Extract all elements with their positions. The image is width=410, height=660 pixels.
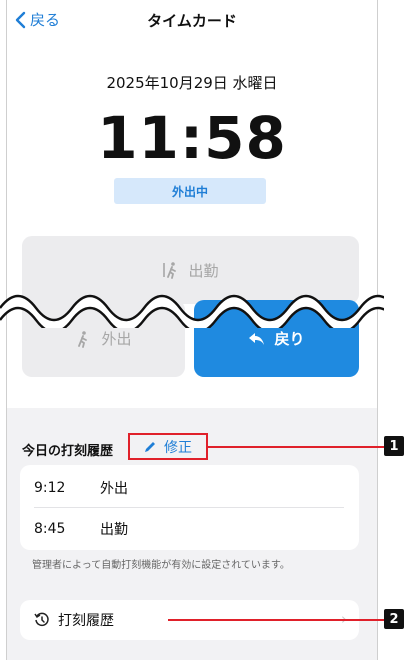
punch-kind: 出勤 xyxy=(100,522,128,538)
cut-wave-divider xyxy=(0,294,384,328)
punch-history-label: 打刻履歴 xyxy=(58,613,114,629)
clock-in-label: 出勤 xyxy=(188,261,219,280)
return-label: 戻り xyxy=(274,330,305,348)
callout-badge-2: 2 xyxy=(384,609,404,629)
return-arrow-icon xyxy=(249,332,265,345)
current-date: 2025年10月29日 水曜日 xyxy=(106,74,278,92)
punch-kind: 外出 xyxy=(100,481,128,497)
list-item: 8:45 出勤 xyxy=(20,508,359,550)
current-time: 11:58 xyxy=(97,104,287,172)
callout-badge-1: 1 xyxy=(384,436,404,456)
punch-time: 9:12 xyxy=(34,480,66,496)
punch-time: 8:45 xyxy=(34,521,66,537)
callout-line-1 xyxy=(208,446,384,448)
walk-out-icon xyxy=(78,330,88,348)
edit-label: 修正 xyxy=(164,439,192,456)
history-section-title: 今日の打刻履歴 xyxy=(22,444,114,459)
history-list: 9:12 外出 8:45 出勤 xyxy=(20,465,359,550)
edit-history-button[interactable]: 修正 xyxy=(128,433,208,460)
walk-in-icon xyxy=(163,262,177,279)
list-item: 9:12 外出 xyxy=(20,467,359,509)
history-clock-icon xyxy=(34,612,49,627)
status-badge: 外出中 xyxy=(114,178,266,204)
callout-line-2 xyxy=(168,619,384,621)
go-out-label: 外出 xyxy=(101,330,132,348)
pencil-icon xyxy=(145,441,155,452)
screenshot-frame: 戻る タイムカード 2025年10月29日 水曜日 11:58 外出中 出勤 外… xyxy=(0,0,410,660)
page-title: タイムカード xyxy=(147,12,237,30)
auto-punch-note: 管理者によって自動打刻機能が有効に設定されています。 xyxy=(32,560,290,571)
